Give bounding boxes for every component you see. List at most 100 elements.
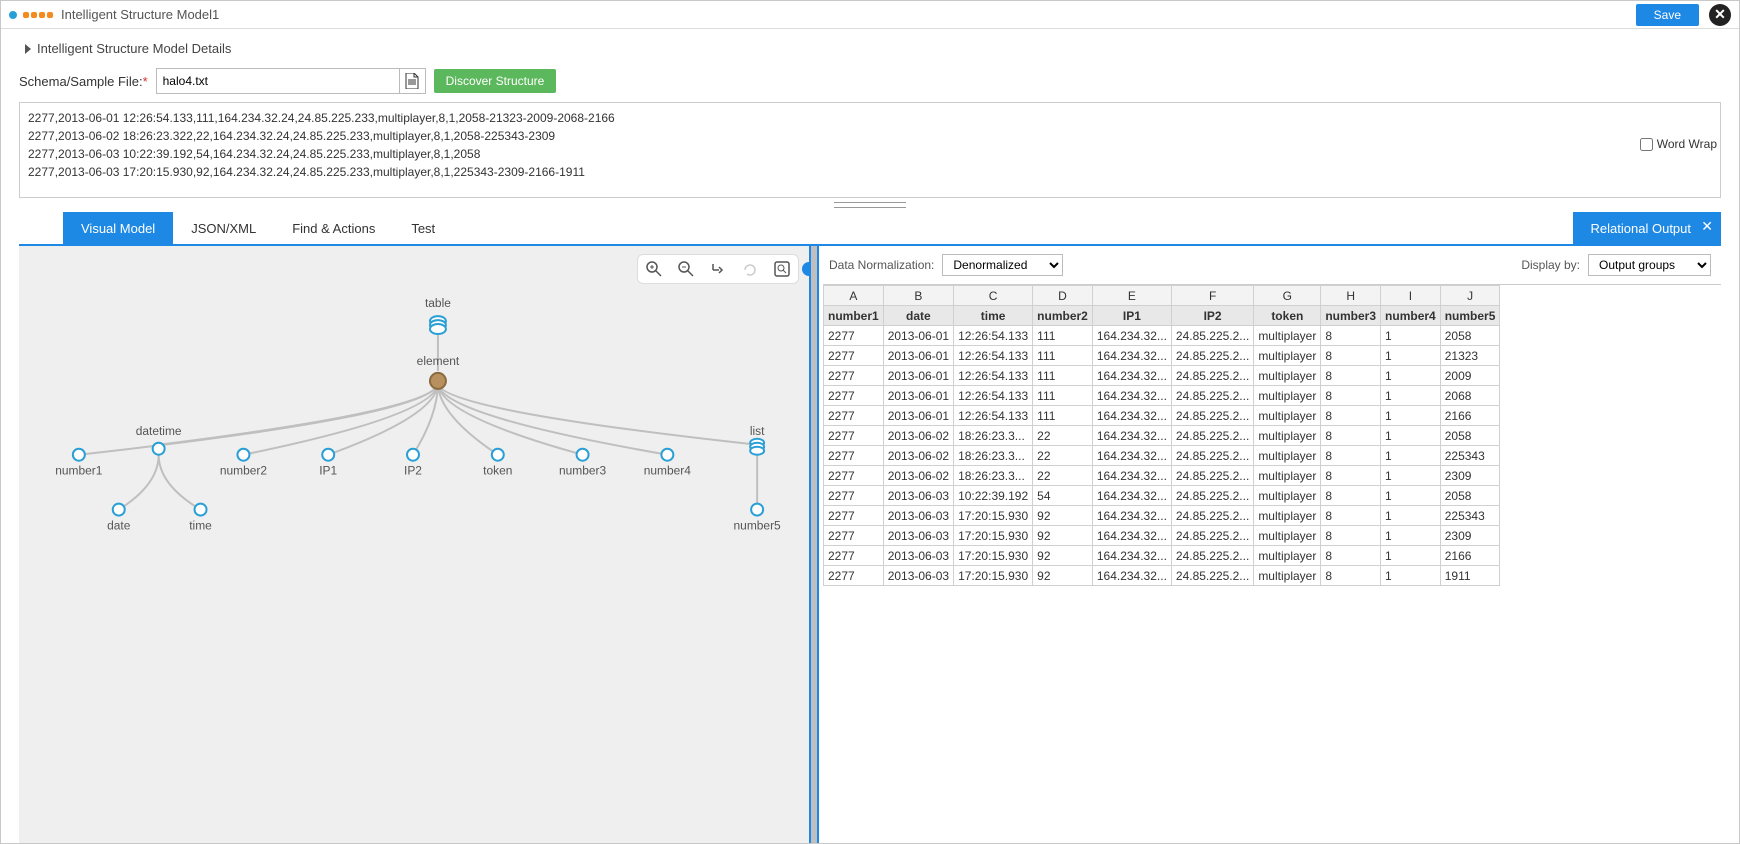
table-cell: 24.85.225.2... [1171,506,1253,526]
undo-button[interactable] [740,259,760,279]
node-datetime[interactable] [153,443,165,455]
grid-col-letter[interactable]: F [1171,286,1253,306]
table-row[interactable]: 22772013-06-0317:20:15.93092164.234.32..… [824,546,1500,566]
tab-relational-output-label: Relational Output [1591,221,1691,236]
splitter-handle[interactable] [802,262,811,276]
node-number3-label: number3 [559,464,607,478]
grid-col-letter[interactable]: C [954,286,1033,306]
grid-col-letter[interactable]: I [1381,286,1441,306]
display-by-select[interactable]: Output groups [1588,254,1711,276]
file-browse-button[interactable] [399,69,425,93]
table-row[interactable]: 22772013-06-0112:26:54.133111164.234.32.… [824,326,1500,346]
table-cell: 1 [1381,406,1441,426]
close-button[interactable]: ✕ [1709,4,1731,26]
grid-col-letter[interactable]: E [1092,286,1171,306]
grid-col-header[interactable]: token [1254,306,1321,326]
node-number5[interactable] [751,504,763,516]
table-cell: 1 [1381,426,1441,446]
redo-button[interactable] [708,259,728,279]
horizontal-splitter[interactable] [19,198,1721,212]
details-expander[interactable]: Intelligent Structure Model Details [19,41,1721,56]
discover-structure-button[interactable]: Discover Structure [434,69,557,93]
node-table[interactable] [430,316,446,334]
tab-json-xml[interactable]: JSON/XML [173,212,274,244]
node-number5-label: number5 [734,519,782,533]
zoom-in-button[interactable] [644,259,664,279]
node-date[interactable] [113,504,125,516]
table-cell: 8 [1321,446,1381,466]
grid-col-letter[interactable]: D [1033,286,1093,306]
table-cell: 164.234.32... [1092,566,1171,586]
grid-letter-row: ABCDEFGHIJ [824,286,1500,306]
close-panel-icon[interactable]: ✕ [1701,218,1713,235]
table-row[interactable]: 22772013-06-0218:26:23.3...22164.234.32.… [824,446,1500,466]
table-row[interactable]: 22772013-06-0112:26:54.133111164.234.32.… [824,366,1500,386]
node-token[interactable] [492,449,504,461]
table-row[interactable]: 22772013-06-0218:26:23.3...22164.234.32.… [824,466,1500,486]
node-number3[interactable] [577,449,589,461]
node-element-label: element [417,354,460,368]
wordwrap-checkbox[interactable] [1640,138,1653,151]
table-row[interactable]: 22772013-06-0112:26:54.133111164.234.32.… [824,346,1500,366]
table-cell: 24.85.225.2... [1171,466,1253,486]
table-cell: 111 [1033,406,1093,426]
table-cell: 8 [1321,386,1381,406]
node-number2[interactable] [237,449,249,461]
node-number4[interactable] [661,449,673,461]
node-list[interactable] [750,439,764,455]
tab-test[interactable]: Test [393,212,453,244]
file-input[interactable] [157,74,399,88]
grid-col-header[interactable]: date [883,306,953,326]
save-button[interactable]: Save [1636,4,1699,26]
tab-visual-model[interactable]: Visual Model [63,212,173,244]
visual-model-pane[interactable]: table element number1 datetime [19,246,811,843]
table-cell: 2166 [1440,546,1500,566]
table-cell: 2013-06-02 [883,446,953,466]
content-area: Intelligent Structure Model Details Sche… [1,29,1739,843]
grid-col-header[interactable]: IP2 [1171,306,1253,326]
table-row[interactable]: 22772013-06-0310:22:39.19254164.234.32..… [824,486,1500,506]
grid-col-letter[interactable]: B [883,286,953,306]
output-grid-wrapper[interactable]: ABCDEFGHIJ number1datetimenumber2IP1IP2t… [823,284,1721,586]
file-label: Schema/Sample File:* [19,74,148,89]
table-row[interactable]: 22772013-06-0218:26:23.3...22164.234.32.… [824,426,1500,446]
grid-col-header[interactable]: number5 [1440,306,1500,326]
grid-col-letter[interactable]: H [1321,286,1381,306]
grid-col-header[interactable]: number3 [1321,306,1381,326]
table-row[interactable]: 22772013-06-0317:20:15.93092164.234.32..… [824,506,1500,526]
table-cell: 8 [1321,426,1381,446]
grid-col-header[interactable]: number4 [1381,306,1441,326]
structure-graph: table element number1 datetime [19,246,809,843]
table-cell: 17:20:15.930 [954,566,1033,586]
grid-col-letter[interactable]: A [824,286,884,306]
sample-data-box[interactable]: 2277,2013-06-01 12:26:54.133,111,164.234… [19,102,1721,198]
grid-col-header[interactable]: IP1 [1092,306,1171,326]
fit-button[interactable] [772,259,792,279]
tab-find-actions[interactable]: Find & Actions [274,212,393,244]
node-datetime-label: datetime [136,424,182,438]
node-ip2[interactable] [407,449,419,461]
wordwrap-label: Word Wrap [1657,137,1717,151]
node-ip1[interactable] [322,449,334,461]
node-number1[interactable] [73,449,85,461]
grid-col-header[interactable]: number1 [824,306,884,326]
table-cell: multiplayer [1254,406,1321,426]
grid-col-header[interactable]: time [954,306,1033,326]
table-cell: 2009 [1440,366,1500,386]
tab-relational-output[interactable]: Relational Output ✕ [1573,212,1721,244]
table-cell: 2277 [824,546,884,566]
file-input-wrapper [156,68,426,94]
zoom-out-button[interactable] [676,259,696,279]
table-cell: 18:26:23.3... [954,446,1033,466]
table-row[interactable]: 22772013-06-0317:20:15.93092164.234.32..… [824,566,1500,586]
grid-col-letter[interactable]: G [1254,286,1321,306]
table-row[interactable]: 22772013-06-0112:26:54.133111164.234.32.… [824,406,1500,426]
data-normalization-select[interactable]: Denormalized [942,254,1063,276]
table-cell: 8 [1321,486,1381,506]
node-time[interactable] [195,504,207,516]
node-element[interactable] [430,373,446,389]
table-row[interactable]: 22772013-06-0317:20:15.93092164.234.32..… [824,526,1500,546]
table-row[interactable]: 22772013-06-0112:26:54.133111164.234.32.… [824,386,1500,406]
grid-col-header[interactable]: number2 [1033,306,1093,326]
grid-col-letter[interactable]: J [1440,286,1500,306]
